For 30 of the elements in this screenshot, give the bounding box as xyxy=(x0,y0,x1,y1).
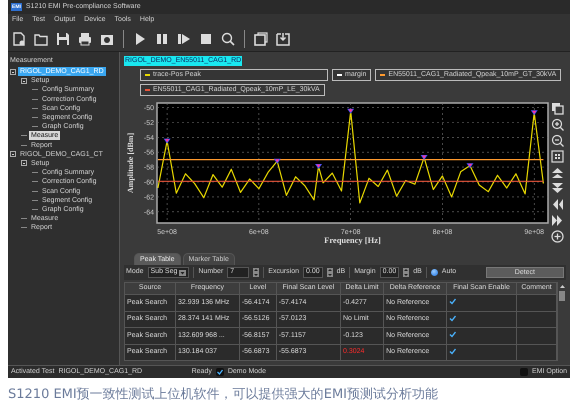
scrollbar-thumb[interactable] xyxy=(559,291,565,301)
chevrons-up-icon[interactable] xyxy=(550,165,564,179)
spinner-icon[interactable] xyxy=(253,268,260,277)
checkbox[interactable] xyxy=(449,314,456,322)
checkbox[interactable] xyxy=(449,348,456,355)
zoom-out-icon[interactable] xyxy=(550,133,564,147)
caption: S1210 EMI预一致性测试上位机软件，可以提供强大的EMI预测试分析功能 xyxy=(8,386,439,404)
chevrons-down-icon[interactable] xyxy=(550,181,564,195)
spinner-icon[interactable] xyxy=(326,268,333,277)
collapse-icon[interactable] xyxy=(10,68,16,75)
chevrons-right-icon[interactable] xyxy=(550,213,564,227)
copy-icon[interactable] xyxy=(550,101,564,115)
axis-title: Amplitude [dBm] xyxy=(126,132,135,194)
fit-icon[interactable] xyxy=(550,149,564,163)
spinner-icon[interactable] xyxy=(403,268,410,277)
checkbox[interactable] xyxy=(449,298,456,306)
checkbox[interactable] xyxy=(449,331,456,338)
radio-button[interactable] xyxy=(430,269,438,276)
dropdown-icon xyxy=(179,270,186,276)
chevrons-left-icon[interactable] xyxy=(550,197,564,211)
window-icon[interactable] xyxy=(252,30,270,48)
checkbox[interactable] xyxy=(520,368,528,376)
scroll-up-icon[interactable] xyxy=(558,283,566,290)
collapse-icon[interactable] xyxy=(21,160,27,166)
collapse-icon[interactable] xyxy=(10,151,16,158)
zoom-in-icon[interactable] xyxy=(550,117,564,131)
axis-title: Frequency [Hz] xyxy=(324,235,381,245)
add-icon[interactable] xyxy=(550,229,564,243)
checkbox[interactable] xyxy=(216,368,224,376)
collapse-icon[interactable] xyxy=(21,78,27,84)
